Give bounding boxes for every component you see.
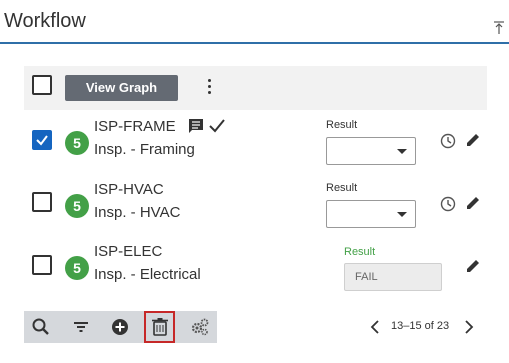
- panel-header: Workflow: [0, 0, 509, 44]
- chevron-right-icon[interactable]: [464, 320, 474, 334]
- check-icon: [209, 119, 225, 133]
- result-value-field: FAIL: [344, 263, 442, 291]
- row-description: Insp. - Framing: [94, 141, 195, 158]
- comment-icon[interactable]: [188, 118, 204, 134]
- row-checkbox[interactable]: [32, 192, 52, 212]
- result-label: Result: [344, 246, 376, 258]
- chevron-down-icon: [397, 149, 407, 154]
- add-button[interactable]: [104, 311, 136, 343]
- result-label: Result: [326, 119, 358, 131]
- result-label: Result: [326, 182, 358, 194]
- edit-icon[interactable]: [465, 132, 481, 148]
- view-graph-button[interactable]: View Graph: [65, 75, 178, 101]
- settings-button[interactable]: [184, 311, 216, 343]
- edit-icon[interactable]: [465, 258, 481, 274]
- settings-icon: [191, 318, 209, 336]
- row-checkbox[interactable]: [32, 255, 52, 275]
- history-icon[interactable]: [440, 196, 456, 212]
- history-icon[interactable]: [440, 133, 456, 149]
- count-badge: 5: [65, 131, 89, 155]
- edit-icon[interactable]: [465, 195, 481, 211]
- filter-icon: [74, 322, 88, 332]
- delete-button[interactable]: [144, 311, 175, 343]
- collapse-icon[interactable]: [493, 21, 505, 35]
- count-badge: 5: [65, 194, 89, 218]
- add-icon: [112, 319, 128, 335]
- search-button[interactable]: [25, 311, 57, 343]
- pager-range: 13–15 of 23: [391, 320, 450, 332]
- row-checkbox[interactable]: [32, 130, 52, 150]
- page-title: Workflow: [4, 10, 86, 32]
- chevron-down-icon: [397, 212, 407, 217]
- row-code: ISP-HVAC: [94, 181, 164, 198]
- search-icon: [32, 318, 49, 335]
- row-description: Insp. - HVAC: [94, 204, 181, 221]
- row-code: ISP-FRAME: [94, 118, 176, 135]
- result-select[interactable]: [326, 137, 416, 165]
- trash-icon: [152, 318, 168, 336]
- select-all-checkbox[interactable]: [32, 75, 52, 95]
- count-badge: 5: [65, 256, 89, 280]
- result-select[interactable]: [326, 200, 416, 228]
- row-code: ISP-ELEC: [94, 243, 163, 260]
- more-options-icon[interactable]: [205, 79, 213, 97]
- filter-button[interactable]: [65, 311, 97, 343]
- chevron-left-icon[interactable]: [370, 320, 380, 334]
- row-description: Insp. - Electrical: [94, 266, 201, 283]
